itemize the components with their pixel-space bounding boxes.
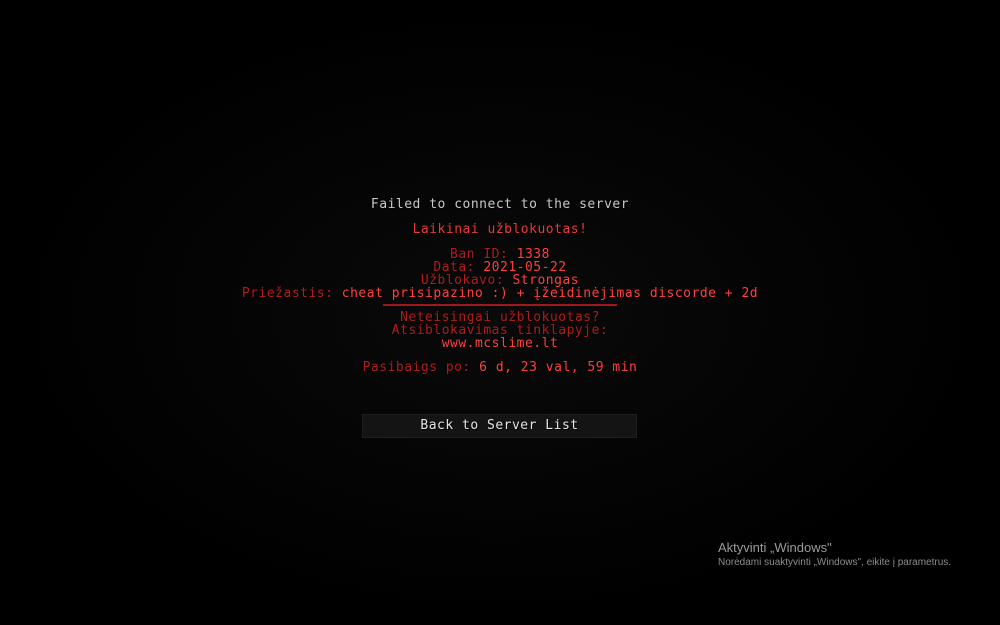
ban-expires-label: Pasibaigs po:: [362, 360, 471, 375]
ban-reason-row: Priežastis: cheat prisipazino :) + įžeid…: [0, 287, 1000, 301]
divider: [383, 304, 617, 306]
ban-expires-value: 6 d, 23 val, 59 min: [479, 360, 638, 375]
ban-reason-value: cheat prisipazino :) + įžeidinėjimas dis…: [341, 286, 759, 301]
ban-status: Laikinai užblokuotas!: [412, 222, 588, 237]
disconnect-screen: Failed to connect to the server Laikinai…: [0, 0, 1000, 625]
appeal-url: www.mcslime.lt: [441, 336, 559, 351]
watermark-title: Aktyvinti „Windows": [718, 540, 832, 555]
ban-reason-label: Priežastis:: [241, 286, 334, 301]
disconnect-title: Failed to connect to the server: [370, 197, 630, 212]
watermark-subtitle: Norėdami suaktyvinti „Windows", eikite į…: [718, 557, 952, 568]
back-to-server-list-button[interactable]: Back to Server List: [362, 414, 637, 438]
ban-expires-row: Pasibaigs po: 6 d, 23 val, 59 min: [0, 361, 1000, 375]
windows-activation-watermark: Aktyvinti „Windows" Norėdami suaktyvinti…: [718, 539, 951, 570]
